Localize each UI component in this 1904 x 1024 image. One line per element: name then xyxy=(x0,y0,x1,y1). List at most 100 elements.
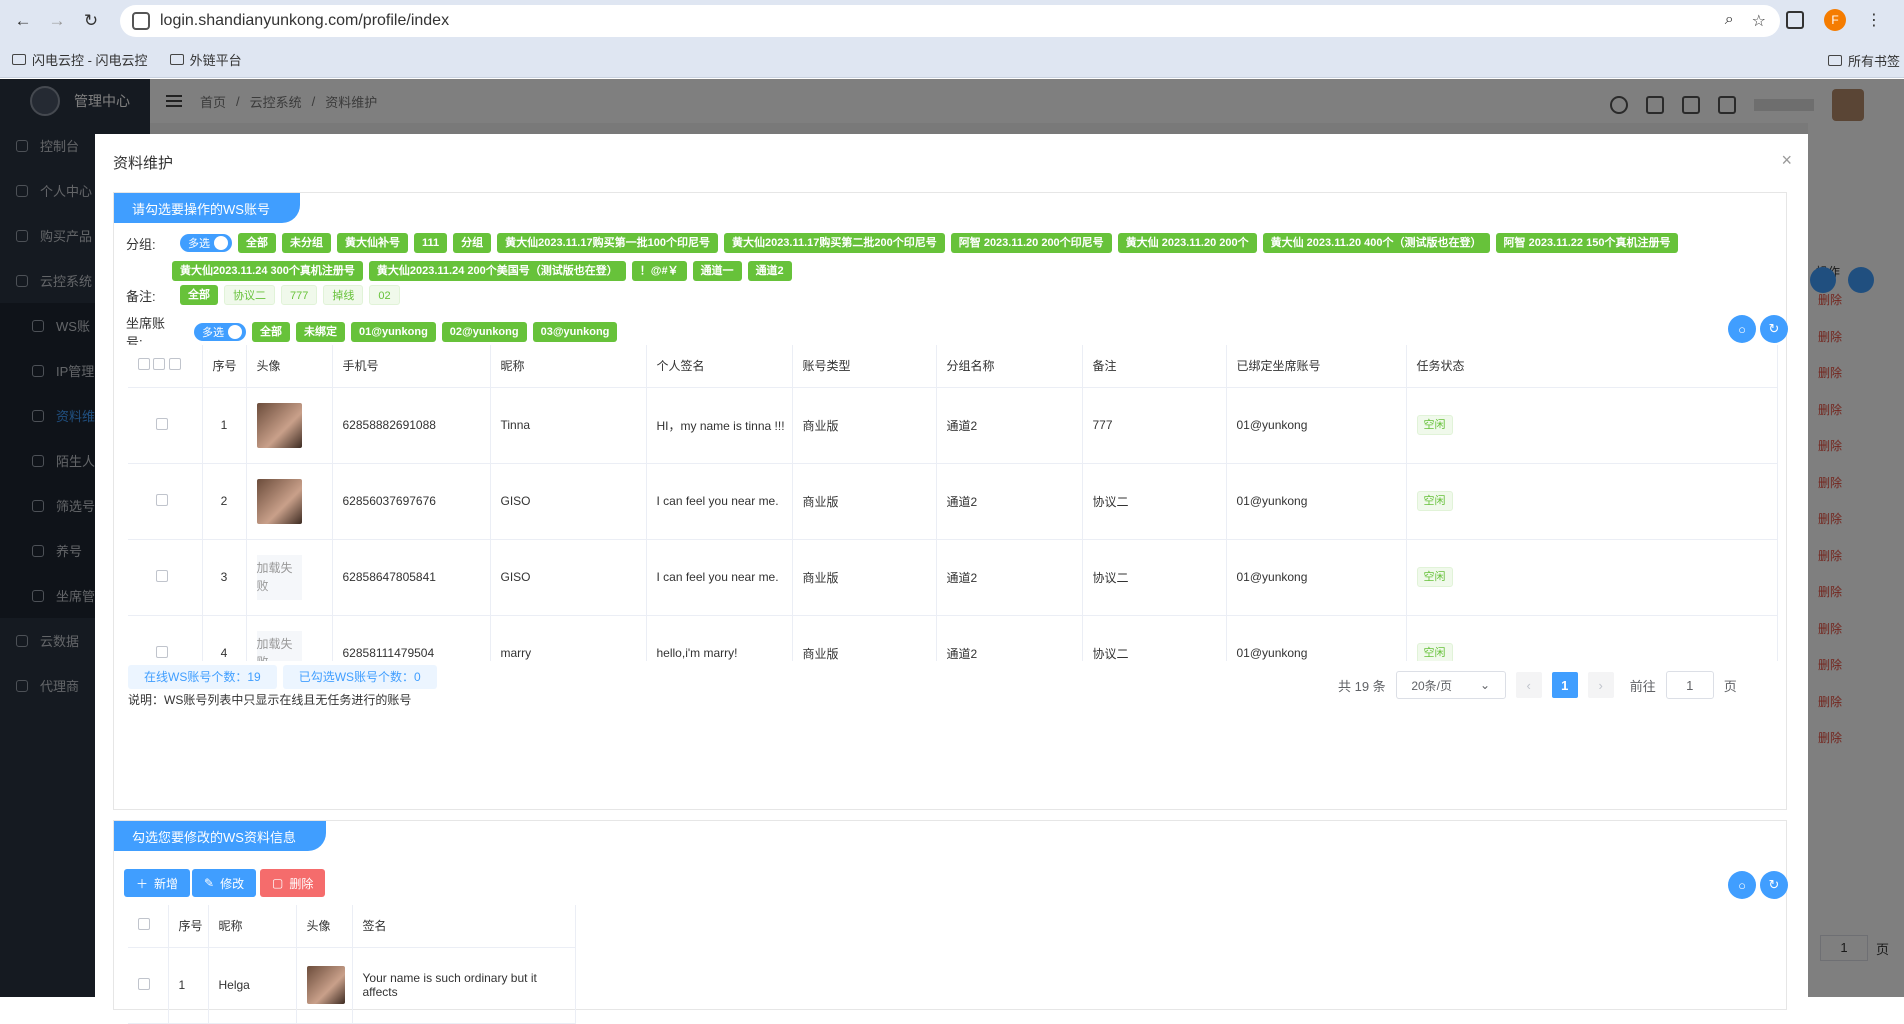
selected-count: 已勾选WS账号个数：0 xyxy=(282,665,437,689)
row-checkbox-cell[interactable] xyxy=(128,947,169,1024)
row-checkbox[interactable] xyxy=(156,417,168,430)
browser-toolbar: ← → ↻ login.shandianyunkong.com/profile/… xyxy=(0,0,1904,42)
remark-tag[interactable]: 777 xyxy=(281,285,318,305)
row-checkbox[interactable] xyxy=(156,493,168,506)
clear-checkbox[interactable] xyxy=(168,358,181,371)
group-tag[interactable]: 分组 xyxy=(453,233,492,253)
page-size-select[interactable]: 20条/页 ⌄ xyxy=(1395,671,1506,699)
group-tag[interactable]: 阿智 2023.11.22 150个真机注册号 xyxy=(1495,233,1679,253)
reload-icon[interactable]: ↻ xyxy=(78,8,104,34)
row-group: 通道2 xyxy=(936,539,1083,616)
table-row[interactable]: 1 Helga Your name is such ordinary but i… xyxy=(128,947,576,1024)
row-checkbox-cell[interactable] xyxy=(128,463,203,540)
row-status-cell: 空闲 xyxy=(1406,615,1778,661)
group-tag[interactable]: 黄大仙 2023.11.20 400个（测试版也在登） xyxy=(1262,233,1490,253)
row-checkbox-cell[interactable] xyxy=(128,539,203,616)
refresh-button[interactable]: ↻ xyxy=(1760,871,1788,899)
row-avatar-cell: 加载失败 xyxy=(246,615,333,661)
group-tag[interactable]: 通道2 xyxy=(747,261,792,281)
url-text: login.shandianyunkong.com/profile/index xyxy=(160,12,450,29)
copy-checkbox[interactable] xyxy=(153,358,166,371)
remark-tag[interactable]: 协议二 xyxy=(224,285,275,305)
row-checkbox-cell[interactable] xyxy=(128,615,203,661)
group-tag[interactable]: 全部 xyxy=(238,233,276,253)
row-checkbox-cell[interactable] xyxy=(128,387,203,464)
table-header-row: 序号 头像 手机号 昵称 个人签名 账号类型 分组名称 备注 已绑定坐席账号 任… xyxy=(128,345,1778,388)
next-page-button[interactable]: › xyxy=(1587,672,1614,698)
group-tag[interactable]: 通道一 xyxy=(692,261,742,281)
row-checkbox[interactable] xyxy=(156,645,168,658)
bookmark-star-icon[interactable]: ☆ xyxy=(1752,11,1766,31)
row-remark: 协议二 xyxy=(1082,615,1227,661)
refresh-button[interactable]: ↻ xyxy=(1760,315,1788,343)
group-tag[interactable]: 黄大仙2023.11.17购买第一批100个印尼号 xyxy=(497,233,718,253)
row-status-cell: 空闲 xyxy=(1406,463,1778,540)
table-header-row: 序号 昵称 头像 签名 xyxy=(128,905,576,948)
page-size-value: 20条/页 xyxy=(1411,678,1452,693)
row-checkbox[interactable] xyxy=(138,977,150,990)
site-info-icon[interactable] xyxy=(132,12,150,30)
remark-filter-row: 备注: 全部 协议二 777 掉线 02 xyxy=(126,285,400,305)
bookmark-label: 外链平台 xyxy=(189,53,242,68)
group-tag[interactable]: 未分组 xyxy=(282,233,331,253)
table-row[interactable]: 3 加载失败 62858647805841 GISO I can feel you ne… xyxy=(128,539,1778,616)
seat-tag[interactable]: 02@yunkong xyxy=(441,322,527,342)
prev-page-button[interactable]: ‹ xyxy=(1515,672,1542,698)
add-button[interactable]: ＋ 新增 xyxy=(124,869,191,897)
row-nick: Helga xyxy=(208,947,297,1024)
address-bar[interactable]: login.shandianyunkong.com/profile/index … xyxy=(120,5,1780,37)
edit-button[interactable]: ✎ 修改 xyxy=(192,869,257,897)
row-group: 通道2 xyxy=(936,387,1083,464)
bookmark-item[interactable]: 外链平台 xyxy=(169,50,242,69)
sidepanel-icon[interactable] xyxy=(1786,11,1804,29)
goto-input[interactable]: 1 xyxy=(1665,671,1714,699)
seat-multi-switch[interactable]: 多选 xyxy=(194,323,246,341)
remark-tag[interactable]: 掉线 xyxy=(323,285,364,305)
remark-tag[interactable]: 全部 xyxy=(180,285,218,305)
forward-icon[interactable]: → xyxy=(44,8,70,34)
close-icon[interactable]: × xyxy=(1781,150,1792,171)
table-row[interactable]: 2 62856037697676 GISO I can feel you near m… xyxy=(128,463,1778,540)
table-row[interactable]: 4 加载失败 62858111479504marryhello,i'm marry!… xyxy=(128,615,1778,661)
select-all-cell[interactable] xyxy=(128,905,169,948)
select-all-checkbox[interactable] xyxy=(138,358,150,371)
row-sign: hello,i'm marry! xyxy=(646,615,793,661)
account-table-wrap[interactable]: 序号 头像 手机号 昵称 个人签名 账号类型 分组名称 备注 已绑定坐席账号 任… xyxy=(128,345,1778,661)
row-seat: 01@yunkong xyxy=(1226,539,1407,616)
pagination: 共 19 条 20条/页 ⌄ ‹ 1 › 前往 1 页 xyxy=(1338,671,1737,699)
row-checkbox[interactable] xyxy=(156,569,168,582)
table-row[interactable]: 1 62858882691088 Tinna HI，my name is tinna … xyxy=(128,387,1778,464)
row-avatar-cell xyxy=(296,947,353,1024)
delete-button[interactable]: ▢ 删除 xyxy=(260,869,326,897)
zoom-icon[interactable]: ⌕ xyxy=(1725,11,1734,31)
seat-tag[interactable]: 03@yunkong xyxy=(532,322,618,342)
profile-avatar[interactable]: F xyxy=(1824,9,1846,31)
group-tag[interactable]: 黄大仙 2023.11.20 200个 xyxy=(1117,233,1257,253)
seat-tag[interactable]: 未绑定 xyxy=(296,322,345,342)
search-button[interactable]: ○ xyxy=(1728,315,1756,343)
menu-icon[interactable]: ⋮ xyxy=(1866,10,1882,30)
all-bookmarks[interactable]: 所有书签 xyxy=(1827,42,1904,78)
seat-tag[interactable]: 全部 xyxy=(252,322,290,342)
group-tag[interactable]: 黄大仙2023.11.24 200个美国号（测试版也在登） xyxy=(368,261,626,281)
online-count: 在线WS账号个数：19 xyxy=(128,665,277,689)
ws-profile-panel: 勾选您要修改的WS资料信息 ＋ 新增 ✎ 修改 ▢ 删除 ○ ↻ 序号 昵称 头像 签… xyxy=(113,820,1788,1024)
remark-tag[interactable]: 02 xyxy=(369,285,400,305)
seat-tag[interactable]: 01@yunkong xyxy=(351,322,436,342)
avatar xyxy=(306,966,345,1004)
group-multi-switch[interactable]: 多选 xyxy=(180,234,232,252)
select-all-checkbox[interactable] xyxy=(138,918,150,931)
search-button[interactable]: ○ xyxy=(1728,871,1756,899)
row-remark: 协议二 xyxy=(1082,463,1227,540)
group-tag[interactable]: 111 xyxy=(414,233,448,253)
group-tag[interactable]: 黄大仙2023.11.24 300个真机注册号 xyxy=(172,261,363,281)
group-tag[interactable]: ！@#￥ xyxy=(631,261,687,281)
group-tag[interactable]: 黄大仙补号 xyxy=(337,233,408,253)
col-header: 个人签名 xyxy=(646,345,793,388)
back-icon[interactable]: ← xyxy=(10,8,36,34)
bookmark-item[interactable]: 闪电云控 - 闪电云控 xyxy=(12,50,148,69)
select-all-cell[interactable] xyxy=(128,345,203,388)
group-tag[interactable]: 黄大仙2023.11.17购买第二批200个印尼号 xyxy=(723,233,945,253)
current-page[interactable]: 1 xyxy=(1551,672,1578,698)
group-tag[interactable]: 阿智 2023.11.20 200个印尼号 xyxy=(950,233,1112,253)
